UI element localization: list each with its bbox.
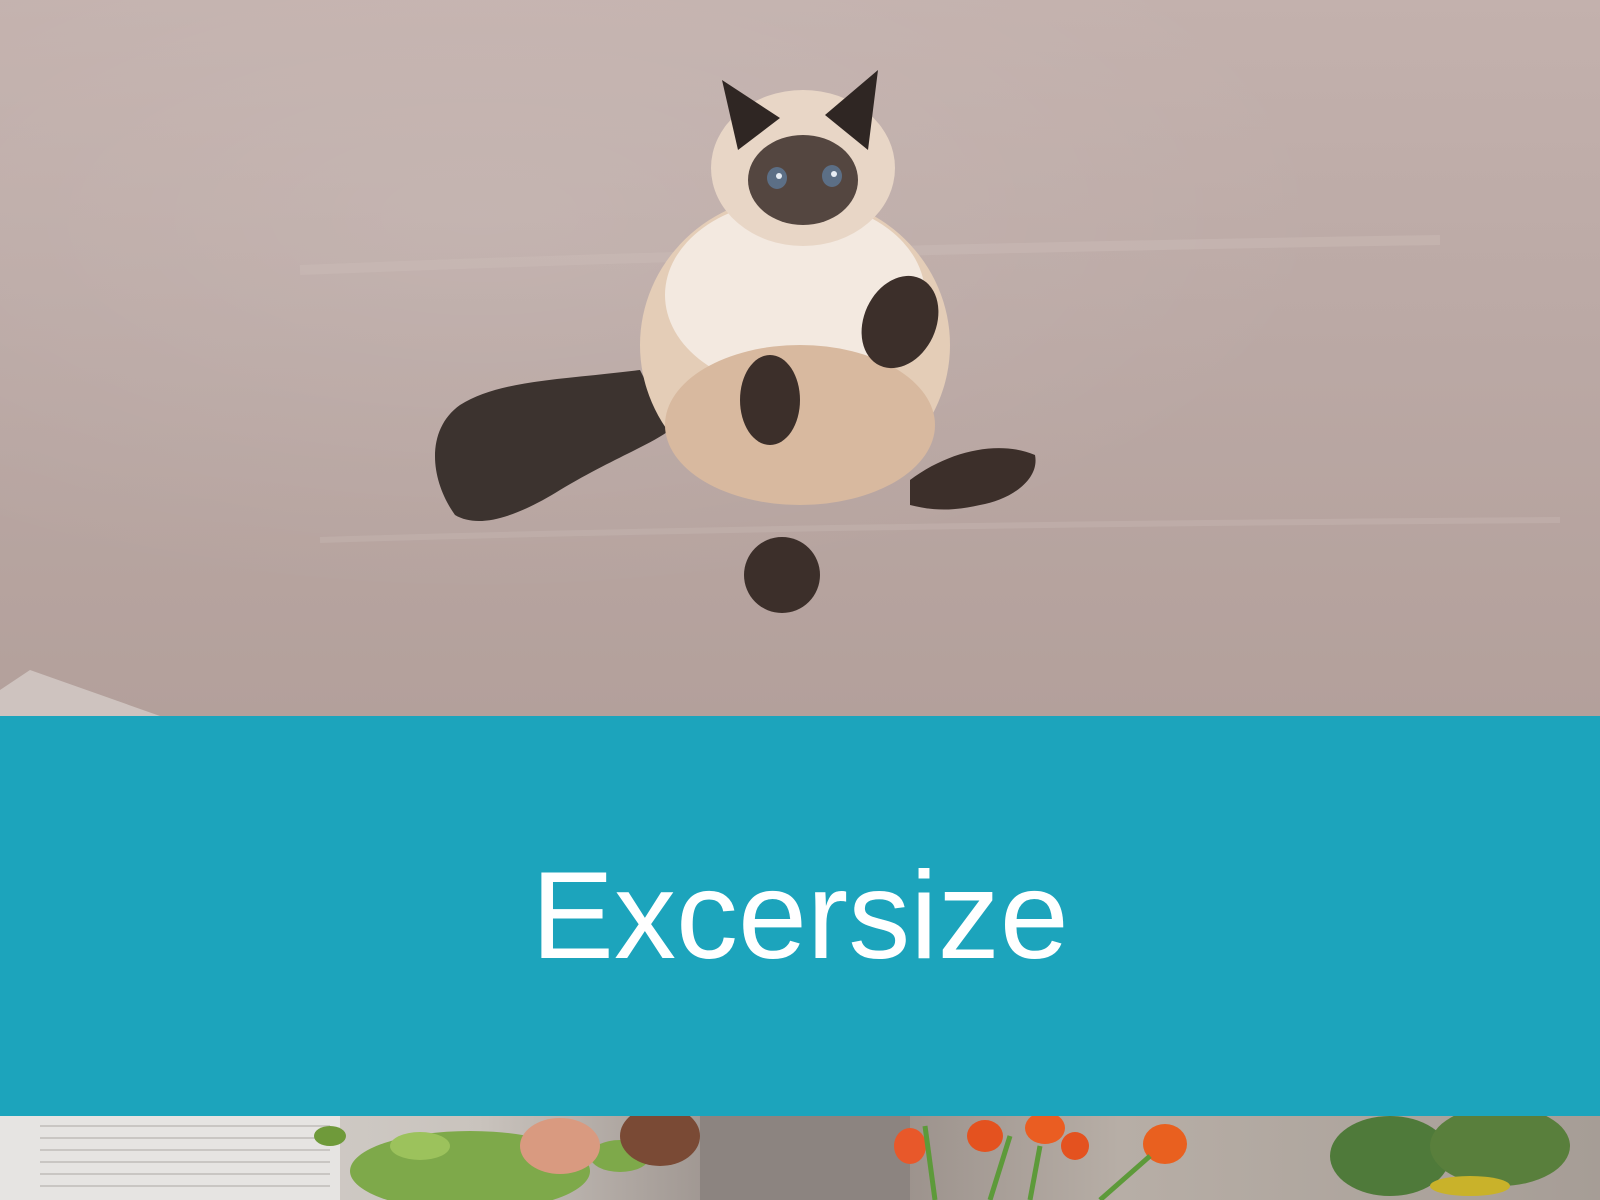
slide: Excersize [0,0,1600,1200]
cat-photo [0,0,1600,716]
title-banner: Excersize [0,716,1600,1116]
slide-title: Excersize [531,847,1069,985]
cat-illustration [0,70,1561,716]
plants-illustration [0,1116,1570,1200]
plants-photo [0,1116,1600,1200]
